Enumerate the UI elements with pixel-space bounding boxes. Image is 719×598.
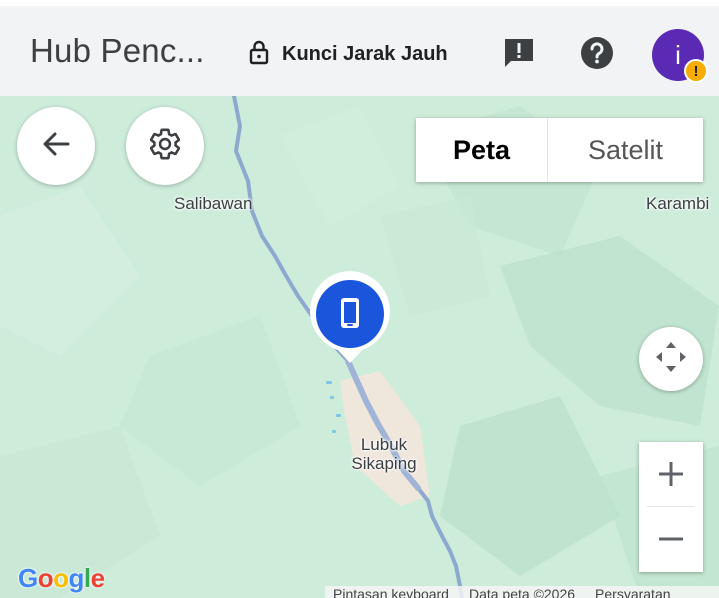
- lock-icon: [248, 39, 270, 70]
- place-label-lubuk-sikaping: Lubuk Sikaping: [340, 435, 428, 473]
- map-attribution: Pintasan keyboard Data peta ©2026 Persya…: [325, 586, 719, 598]
- logo-letter: o: [37, 563, 54, 593]
- map-type-map-option[interactable]: Peta: [416, 118, 547, 182]
- google-logo[interactable]: Google: [18, 563, 105, 594]
- minus-icon: [659, 537, 683, 541]
- help-button[interactable]: [578, 36, 616, 74]
- gear-icon: [148, 127, 182, 166]
- plus-icon: [659, 462, 683, 486]
- zoom-out-button[interactable]: [639, 507, 703, 571]
- place-label-karambi: Karambi: [646, 194, 710, 213]
- top-app-bar: Hub Penc... Kunci Jarak Jauh i !: [0, 0, 719, 96]
- app-title: Hub Penc...: [30, 32, 205, 69]
- place-label-salibawan: Salibawan: [174, 194, 253, 213]
- remote-lock-label: Kunci Jarak Jauh: [282, 42, 448, 65]
- logo-letter: G: [18, 563, 38, 593]
- logo-letter: o: [53, 563, 69, 593]
- arrow-back-icon: [41, 129, 71, 164]
- remote-lock-button[interactable]: Kunci Jarak Jauh: [248, 36, 448, 72]
- map-data-link[interactable]: Data peta ©2026: [469, 586, 575, 598]
- map-type-satellite-option[interactable]: Satelit: [547, 118, 703, 182]
- warning-badge: !: [684, 59, 708, 83]
- terms-link[interactable]: Persyaratan: [595, 586, 670, 598]
- keyboard-shortcuts-link[interactable]: Pintasan keyboard: [333, 586, 449, 598]
- feedback-icon: [501, 35, 537, 76]
- logo-letter: g: [68, 563, 85, 593]
- help-icon: [579, 35, 615, 76]
- place-label-line: Sikaping: [351, 454, 417, 473]
- feedback-button[interactable]: [500, 36, 538, 74]
- map-type-toggle: Peta Satelit: [416, 118, 703, 182]
- place-label-line: Lubuk: [360, 435, 408, 454]
- pan-arrows-icon: [653, 339, 689, 380]
- logo-letter: l: [83, 563, 91, 593]
- zoom-in-button[interactable]: [639, 442, 703, 506]
- back-button[interactable]: [17, 107, 95, 185]
- logo-letter: e: [90, 563, 105, 593]
- account-avatar[interactable]: i !: [652, 29, 708, 83]
- avatar-letter: i: [675, 39, 681, 70]
- phone-icon: [341, 298, 359, 328]
- map-view[interactable]: Peta Satelit Salibawan Karambi Lubuk Sik…: [0, 96, 719, 598]
- settings-button[interactable]: [126, 107, 204, 185]
- pan-control-button[interactable]: [639, 327, 703, 391]
- device-location-marker[interactable]: [307, 271, 393, 367]
- zoom-control: [639, 442, 703, 572]
